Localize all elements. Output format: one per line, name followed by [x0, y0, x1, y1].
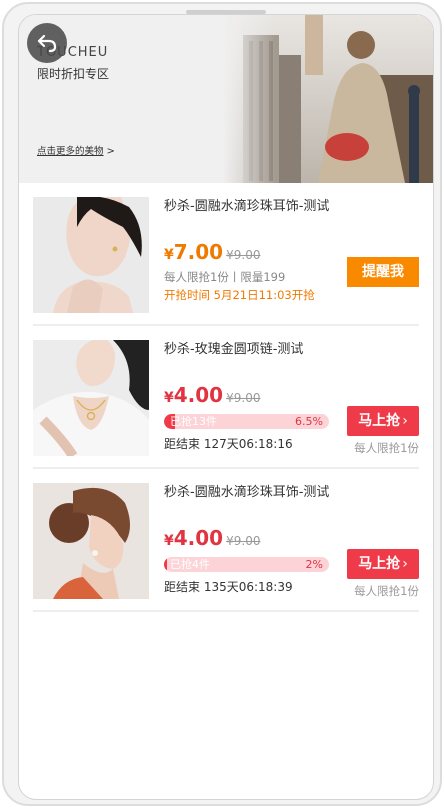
sale-price: ¥7.00	[164, 240, 224, 264]
sale-start-time: 开抢时间 5月21日11:03开抢	[164, 288, 315, 302]
sold-count: 已抢13件	[170, 415, 217, 428]
chevron-right-icon: ›	[402, 556, 408, 572]
purchase-limit: 每人限抢1份	[354, 441, 419, 455]
sold-percent: 2%	[305, 558, 323, 571]
sale-price: ¥4.00	[164, 383, 224, 407]
screen: TOUCHEU 限时折扣专区 点击更多的美物> 秒杀-圆融水滴珍珠耳饰-测试	[18, 14, 434, 800]
product-card[interactable]: 秒杀-玫瑰金圆项链-测试 ¥4.00 ¥9.00 已抢13件 6.5% 距结束 1…	[33, 326, 419, 469]
sold-progress-bar: 已抢13件 6.5%	[164, 414, 329, 429]
product-image[interactable]	[33, 197, 149, 313]
chevron-right-icon: >	[106, 146, 115, 157]
remind-me-button[interactable]: 提醒我	[347, 257, 419, 287]
buy-now-button[interactable]: 马上抢 ›	[347, 406, 419, 436]
more-items-label: 点击更多的美物	[37, 146, 104, 157]
buy-now-button[interactable]: 马上抢 ›	[347, 549, 419, 579]
original-price: ¥9.00	[226, 391, 261, 405]
purchase-limit: 每人限抢1份丨限量199	[164, 270, 286, 284]
buy-now-label: 马上抢	[358, 556, 401, 572]
sale-price: ¥4.00	[164, 526, 224, 550]
chevron-right-icon: ›	[402, 413, 408, 429]
banner-photo	[223, 15, 433, 183]
original-price: ¥9.00	[226, 534, 261, 548]
device-frame: TOUCHEU 限时折扣专区 点击更多的美物> 秒杀-圆融水滴珍珠耳饰-测试	[2, 2, 442, 806]
product-title[interactable]: 秒杀-圆融水滴珍珠耳饰-测试	[164, 481, 329, 500]
back-arrow-icon	[37, 34, 57, 53]
price-row: ¥7.00 ¥9.00	[164, 240, 260, 264]
countdown-timer: 距结束 135天06:18:39	[164, 580, 293, 594]
earring-model-photo	[33, 197, 149, 313]
earring-model-photo	[33, 483, 149, 599]
product-card[interactable]: 秒杀-圆融水滴珍珠耳饰-测试 ¥4.00 ¥9.00 已抢4件 2% 距结束 13…	[33, 469, 419, 612]
price-row: ¥4.00 ¥9.00	[164, 526, 260, 550]
sold-count: 已抢4件	[170, 558, 210, 571]
product-image[interactable]	[33, 483, 149, 599]
sold-percent: 6.5%	[295, 415, 323, 428]
product-image[interactable]	[33, 340, 149, 456]
sold-progress-bar: 已抢4件 2%	[164, 557, 329, 572]
original-price: ¥9.00	[226, 248, 261, 262]
sold-progress-fill	[164, 557, 168, 572]
product-title[interactable]: 秒杀-玫瑰金圆项链-测试	[164, 338, 303, 357]
buy-now-label: 马上抢	[358, 413, 401, 429]
product-title[interactable]: 秒杀-圆融水滴珍珠耳饰-测试	[164, 195, 329, 214]
promo-banner[interactable]: TOUCHEU 限时折扣专区 点击更多的美物 >	[19, 15, 433, 183]
purchase-limit: 每人限抢1份	[354, 584, 419, 598]
back-button[interactable]	[27, 23, 67, 63]
necklace-model-photo	[33, 340, 149, 456]
banner-subtitle: 限时折扣专区	[37, 67, 110, 81]
product-card[interactable]: 秒杀-圆融水滴珍珠耳饰-测试 ¥7.00 ¥9.00 每人限抢1份丨限量199 开…	[33, 183, 419, 326]
price-row: ¥4.00 ¥9.00	[164, 383, 260, 407]
more-items-link[interactable]: 点击更多的美物 >	[37, 143, 115, 157]
countdown-timer: 距结束 127天06:18:16	[164, 437, 293, 451]
